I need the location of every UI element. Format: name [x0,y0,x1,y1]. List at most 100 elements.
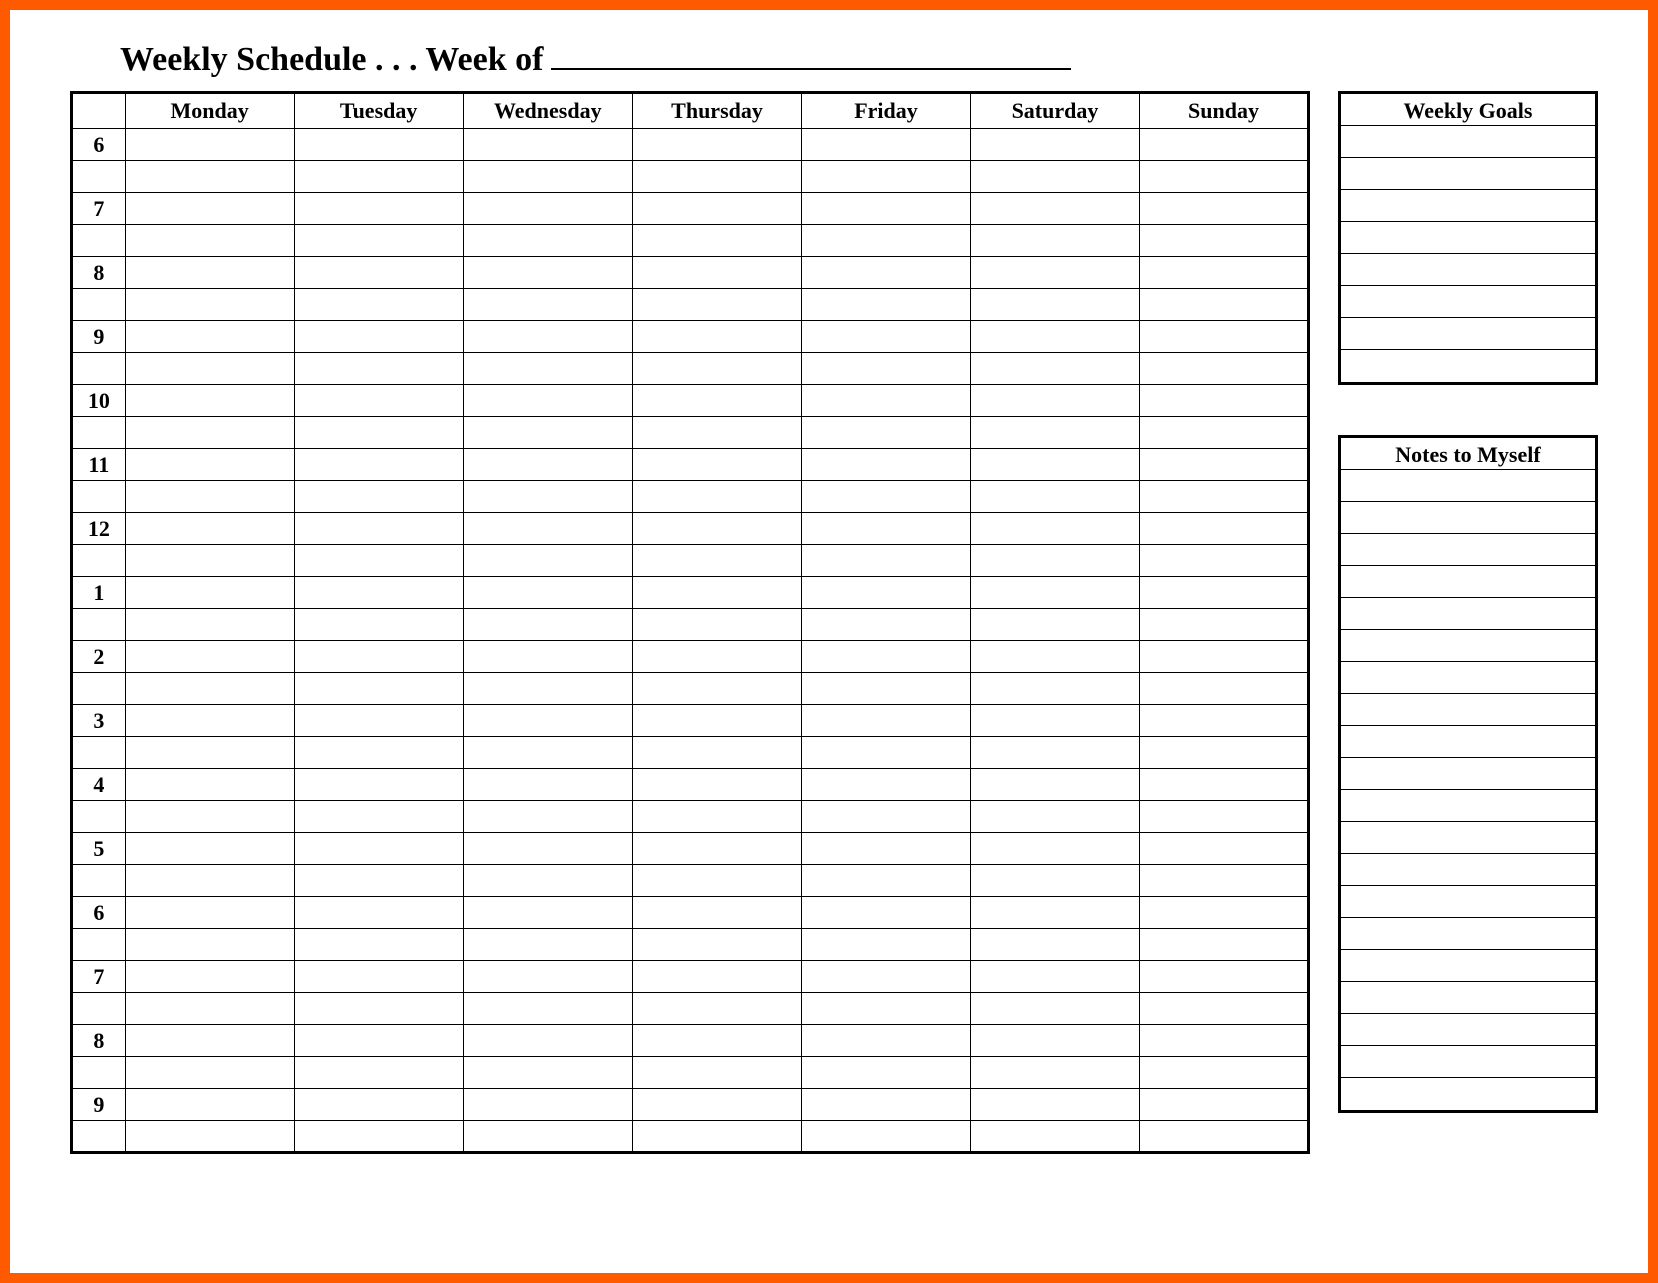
schedule-cell[interactable] [802,321,971,353]
schedule-cell[interactable] [294,449,463,481]
schedule-cell[interactable] [632,289,801,321]
schedule-cell[interactable] [125,161,294,193]
schedule-cell[interactable] [802,353,971,385]
schedule-cell[interactable] [802,257,971,289]
schedule-cell[interactable] [632,161,801,193]
schedule-cell[interactable] [1140,257,1309,289]
schedule-cell[interactable] [463,161,632,193]
schedule-cell[interactable] [802,1089,971,1121]
schedule-cell[interactable] [294,609,463,641]
schedule-cell[interactable] [970,833,1139,865]
schedule-cell[interactable] [802,801,971,833]
schedule-cell[interactable] [125,673,294,705]
goals-line[interactable] [1341,318,1595,350]
schedule-cell[interactable] [125,545,294,577]
schedule-cell[interactable] [1140,481,1309,513]
schedule-cell[interactable] [463,609,632,641]
schedule-cell[interactable] [294,321,463,353]
notes-line[interactable] [1341,854,1595,886]
schedule-cell[interactable] [294,641,463,673]
schedule-cell[interactable] [970,545,1139,577]
schedule-cell[interactable] [802,481,971,513]
schedule-cell[interactable] [802,961,971,993]
schedule-cell[interactable] [294,1057,463,1089]
schedule-cell[interactable] [802,609,971,641]
week-of-input-line[interactable] [551,40,1071,70]
schedule-cell[interactable] [463,289,632,321]
schedule-cell[interactable] [970,801,1139,833]
schedule-cell[interactable] [970,449,1139,481]
schedule-cell[interactable] [1140,129,1309,161]
schedule-cell[interactable] [802,865,971,897]
schedule-cell[interactable] [970,577,1139,609]
schedule-cell[interactable] [125,1025,294,1057]
schedule-cell[interactable] [632,193,801,225]
schedule-cell[interactable] [970,129,1139,161]
schedule-cell[interactable] [802,129,971,161]
schedule-cell[interactable] [802,161,971,193]
notes-line[interactable] [1341,662,1595,694]
schedule-cell[interactable] [294,929,463,961]
schedule-cell[interactable] [970,929,1139,961]
schedule-cell[interactable] [802,417,971,449]
schedule-cell[interactable] [632,353,801,385]
schedule-cell[interactable] [632,609,801,641]
schedule-cell[interactable] [125,1121,294,1153]
schedule-cell[interactable] [294,1089,463,1121]
schedule-cell[interactable] [632,673,801,705]
schedule-cell[interactable] [632,993,801,1025]
schedule-cell[interactable] [463,1057,632,1089]
goals-line[interactable] [1341,222,1595,254]
schedule-cell[interactable] [1140,705,1309,737]
schedule-cell[interactable] [1140,1025,1309,1057]
schedule-cell[interactable] [294,737,463,769]
schedule-cell[interactable] [632,513,801,545]
schedule-cell[interactable] [294,225,463,257]
notes-line[interactable] [1341,630,1595,662]
schedule-cell[interactable] [970,353,1139,385]
schedule-cell[interactable] [802,897,971,929]
schedule-cell[interactable] [463,321,632,353]
schedule-cell[interactable] [970,993,1139,1025]
schedule-cell[interactable] [125,321,294,353]
schedule-cell[interactable] [970,609,1139,641]
schedule-cell[interactable] [970,321,1139,353]
notes-line[interactable] [1341,502,1595,534]
schedule-cell[interactable] [463,769,632,801]
schedule-cell[interactable] [125,481,294,513]
schedule-cell[interactable] [463,1025,632,1057]
schedule-cell[interactable] [1140,161,1309,193]
schedule-cell[interactable] [632,961,801,993]
schedule-cell[interactable] [1140,609,1309,641]
schedule-cell[interactable] [632,641,801,673]
schedule-cell[interactable] [294,481,463,513]
notes-line[interactable] [1341,726,1595,758]
schedule-cell[interactable] [970,417,1139,449]
schedule-cell[interactable] [1140,225,1309,257]
schedule-cell[interactable] [632,897,801,929]
schedule-cell[interactable] [463,673,632,705]
schedule-cell[interactable] [632,481,801,513]
schedule-cell[interactable] [125,897,294,929]
schedule-cell[interactable] [1140,993,1309,1025]
schedule-cell[interactable] [970,513,1139,545]
schedule-cell[interactable] [294,545,463,577]
schedule-cell[interactable] [1140,513,1309,545]
schedule-cell[interactable] [1140,961,1309,993]
schedule-cell[interactable] [802,289,971,321]
notes-line[interactable] [1341,598,1595,630]
schedule-cell[interactable] [294,769,463,801]
schedule-cell[interactable] [125,865,294,897]
schedule-cell[interactable] [125,993,294,1025]
schedule-cell[interactable] [463,545,632,577]
schedule-cell[interactable] [294,513,463,545]
schedule-cell[interactable] [125,513,294,545]
schedule-cell[interactable] [125,353,294,385]
schedule-cell[interactable] [1140,417,1309,449]
schedule-cell[interactable] [632,1089,801,1121]
schedule-cell[interactable] [294,417,463,449]
notes-line[interactable] [1341,982,1595,1014]
schedule-cell[interactable] [294,961,463,993]
schedule-cell[interactable] [125,961,294,993]
schedule-cell[interactable] [970,1121,1139,1153]
